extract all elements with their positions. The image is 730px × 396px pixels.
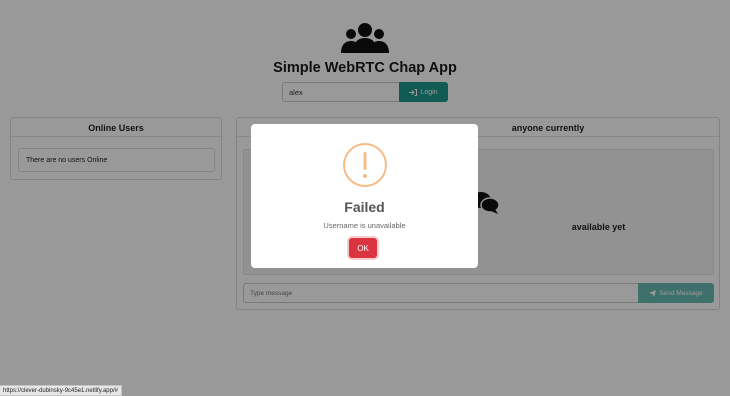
ok-button[interactable]: OK	[349, 238, 377, 258]
dialog-message: Username is unavailable	[323, 221, 406, 230]
status-bar-url: https://clever-dubinsky-9c45e1.netlify.a…	[0, 385, 122, 396]
alert-dialog: Failed Username is unavailable OK	[251, 124, 478, 268]
warning-icon	[343, 143, 387, 187]
dialog-title: Failed	[344, 199, 385, 215]
